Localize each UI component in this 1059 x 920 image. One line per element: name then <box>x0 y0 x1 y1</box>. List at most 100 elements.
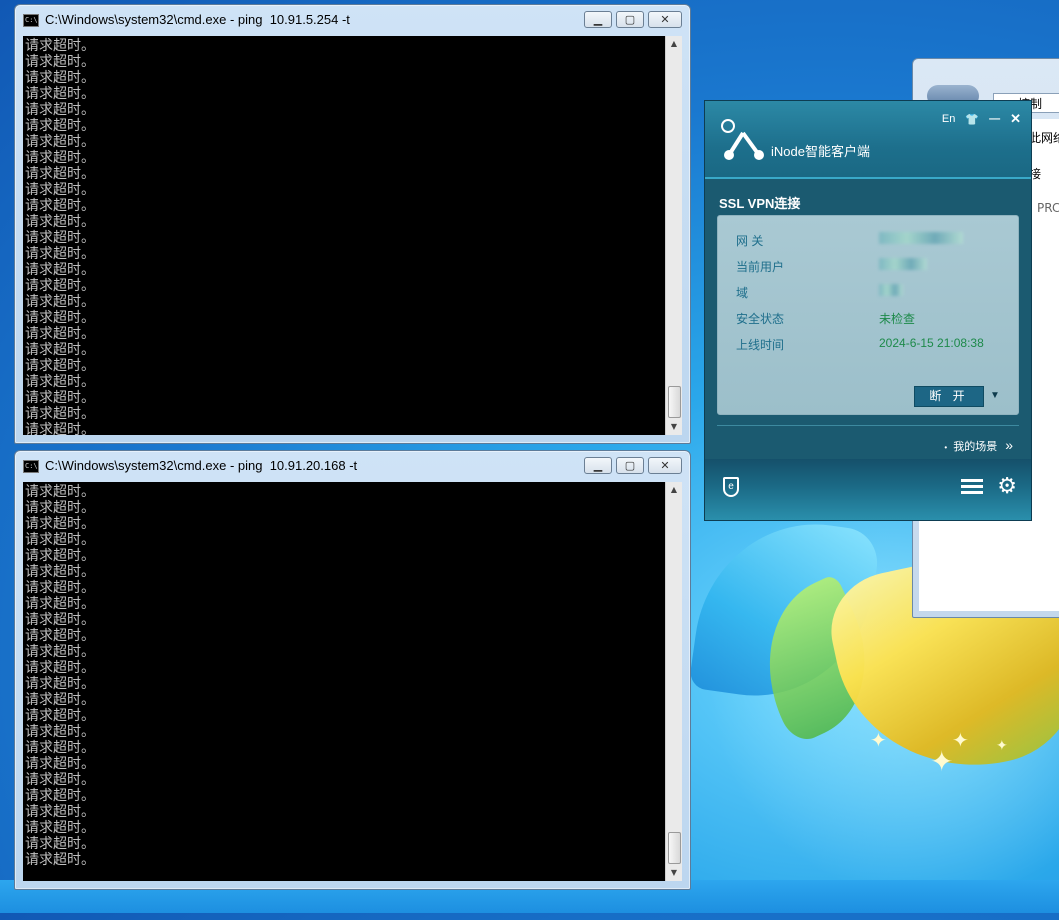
console-line: 请求超时。 <box>25 692 95 708</box>
minimize-button[interactable]: — <box>989 113 1000 125</box>
console-line: 请求超时。 <box>25 836 95 852</box>
console-line: 请求超时。 <box>25 406 95 422</box>
info-value-redacted <box>879 232 963 247</box>
scroll-down-icon[interactable]: ▼ <box>666 865 682 881</box>
console-line: 请求超时。 <box>25 166 95 182</box>
console-line: 请求超时。 <box>25 342 95 358</box>
console-line: 请求超时。 <box>25 596 95 612</box>
console-line: 请求超时。 <box>25 660 95 676</box>
info-label: 当前用户 <box>736 260 785 274</box>
cmd-icon: C:\ <box>23 460 39 473</box>
title-bar[interactable]: C:\ C:\Windows\system32\cmd.exe - ping 1… <box>15 5 690 36</box>
vertical-scrollbar[interactable]: ▲ ▼ <box>665 36 682 435</box>
console-line: 请求超时。 <box>25 612 95 628</box>
console-line: 请求超时。 <box>25 278 95 294</box>
flower-icon: ✦ <box>952 728 969 752</box>
flower-icon: ✦ <box>930 745 954 778</box>
vpn-panel: SSL VPN连接 网 关 当前用户 域 安全状态 未检查 上线时间 2024-… <box>705 179 1031 461</box>
console-line: 请求超时。 <box>25 214 95 230</box>
console-line: 请求超时。 <box>25 230 95 246</box>
console-line: 请求超时。 <box>25 198 95 214</box>
console-line: 请求超时。 <box>25 86 95 102</box>
window-title: C:\Windows\system32\cmd.exe - ping 10.91… <box>45 458 358 473</box>
menu-list-icon[interactable] <box>961 479 983 495</box>
inode-client-window[interactable]: iNode智能客户端 En 👕 — ✕ SSL VPN连接 网 关 当前用户 域 <box>704 100 1032 521</box>
control-panel-text: 此网络 <box>1029 131 1059 145</box>
info-value-redacted <box>879 258 927 273</box>
console-line: 请求超时。 <box>25 740 95 756</box>
close-button[interactable]: ✕ <box>648 457 682 474</box>
console-line: 请求超时。 <box>25 644 95 660</box>
my-scene-link[interactable]: • 我的场景 » <box>944 437 1013 454</box>
flower-icon: ✦ <box>870 728 887 752</box>
close-button[interactable]: ✕ <box>648 11 682 28</box>
vertical-scrollbar[interactable]: ▲ ▼ <box>665 482 682 881</box>
scroll-up-icon[interactable]: ▲ <box>666 36 682 52</box>
minimize-button[interactable]: ▁ <box>584 457 612 474</box>
close-button[interactable]: ✕ <box>1010 111 1021 127</box>
skin-icon[interactable]: 👕 <box>965 113 979 126</box>
console-line: 请求超时。 <box>25 788 95 804</box>
scroll-thumb[interactable] <box>668 832 681 864</box>
scroll-down-icon[interactable]: ▼ <box>666 419 682 435</box>
inode-logo-icon <box>724 131 764 160</box>
cmd-icon: C:\ <box>23 14 39 27</box>
my-scene-label: 我的场景 <box>953 441 998 453</box>
info-row-online-time: 上线时间 2024-6-15 21:08:38 <box>736 336 1016 356</box>
console-line: 请求超时。 <box>25 390 95 406</box>
console-line: 请求超时。 <box>25 516 95 532</box>
maximize-button[interactable]: ▢ <box>616 11 644 28</box>
console-line: 请求超时。 <box>25 548 95 564</box>
console-line: 请求超时。 <box>25 500 95 516</box>
minimize-button[interactable]: ▁ <box>584 11 612 28</box>
info-row-domain: 域 <box>736 284 1016 304</box>
console-line: 请求超时。 <box>25 246 95 262</box>
shield-icon[interactable]: e <box>723 477 739 497</box>
inode-footer: e ⚙ <box>705 459 1031 520</box>
console-line: 请求超时。 <box>25 38 95 54</box>
maximize-button[interactable]: ▢ <box>616 457 644 474</box>
gear-icon[interactable]: ⚙ <box>997 475 1017 497</box>
console-line: 请求超时。 <box>25 580 95 596</box>
scroll-thumb[interactable] <box>668 386 681 418</box>
console-line: 请求超时。 <box>25 724 95 740</box>
divider <box>717 425 1019 426</box>
app-name: iNode智能客户端 <box>771 144 870 159</box>
console-output[interactable]: 请求超时。 请求超时。 请求超时。 请求超时。 请求超时。 请求超时。 请求超时。 请求超时。… <box>23 482 666 881</box>
console-line: 请求超时。 <box>25 326 95 342</box>
console-line: 请求超时。 <box>25 118 95 134</box>
console-line: 请求超时。 <box>25 676 95 692</box>
console-line: 请求超时。 <box>25 102 95 118</box>
console-line: 请求超时。 <box>25 262 95 278</box>
console-line: 请求超时。 <box>25 820 95 836</box>
info-value-redacted <box>879 284 903 299</box>
console-line: 请求超时。 <box>25 182 95 198</box>
console-line: 请求超时。 <box>25 294 95 310</box>
info-value: 未检查 <box>879 312 916 326</box>
bullet-icon: • <box>944 443 948 452</box>
console-line: 请求超时。 <box>25 134 95 150</box>
console-line: 请求超时。 <box>25 772 95 788</box>
console-line: 请求超时。 <box>25 374 95 390</box>
scroll-up-icon[interactable]: ▲ <box>666 482 682 498</box>
cmd-window[interactable]: C:\ C:\Windows\system32\cmd.exe - ping 1… <box>14 4 691 444</box>
console-line: 请求超时。 <box>25 422 95 435</box>
inode-header[interactable]: iNode智能客户端 En 👕 — ✕ <box>705 101 1031 179</box>
dropdown-arrow-icon[interactable]: ▼ <box>990 386 1000 405</box>
disconnect-button[interactable]: 断 开 <box>914 386 984 407</box>
info-label: 网 关 <box>736 234 764 248</box>
console-output[interactable]: 请求超时。 请求超时。 请求超时。 请求超时。 请求超时。 请求超时。 请求超时。 请求超时。… <box>23 36 666 435</box>
chevron-right-icon: » <box>1005 437 1013 453</box>
console-line: 请求超时。 <box>25 628 95 644</box>
cmd-window[interactable]: C:\ C:\Windows\system32\cmd.exe - ping 1… <box>14 450 691 890</box>
info-label: 上线时间 <box>736 338 785 352</box>
connection-info-card: 网 关 当前用户 域 安全状态 未检查 上线时间 2024-6-15 21:08… <box>717 215 1019 415</box>
console-line: 请求超时。 <box>25 564 95 580</box>
window-title: C:\Windows\system32\cmd.exe - ping 10.91… <box>45 12 350 27</box>
console-line: 请求超时。 <box>25 54 95 70</box>
console-line: 请求超时。 <box>25 532 95 548</box>
title-bar[interactable]: C:\ C:\Windows\system32\cmd.exe - ping 1… <box>15 451 690 482</box>
language-toggle[interactable]: En <box>942 113 955 125</box>
section-title: SSL VPN连接 <box>719 196 801 211</box>
console-line: 请求超时。 <box>25 804 95 820</box>
